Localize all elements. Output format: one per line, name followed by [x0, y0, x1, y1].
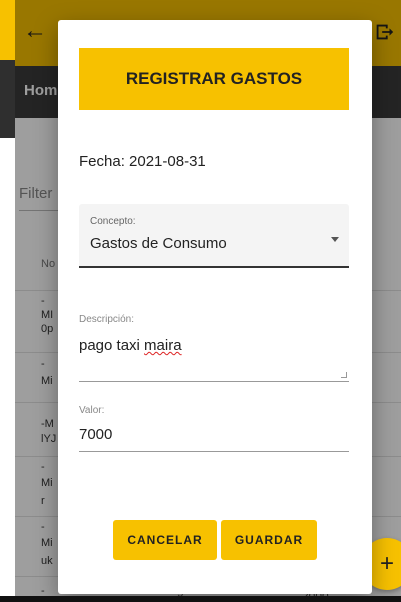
descripcion-value-prefix: pago taxi	[79, 337, 145, 354]
valor-field[interactable]: Valor: 7000	[79, 400, 349, 452]
register-expense-dialog: REGISTRAR GASTOS Fecha: 2021-08-31 Conce…	[58, 20, 372, 594]
date-text: Fecha: 2021-08-31	[79, 153, 206, 170]
descripcion-misspelled-word: maira	[144, 337, 182, 354]
descripcion-label: Descripción:	[79, 314, 135, 325]
save-button[interactable]: GUARDAR	[221, 520, 317, 560]
concepto-label: Concepto:	[90, 216, 136, 227]
concepto-select[interactable]: Concepto: Gastos de Consumo	[79, 204, 349, 268]
left-edge-strip	[0, 0, 15, 602]
descripcion-field[interactable]: Descripción: pago taxi maira	[79, 310, 349, 382]
valor-value[interactable]: 7000	[79, 426, 112, 443]
bottom-edge-bar	[0, 596, 401, 602]
resize-handle-icon[interactable]	[341, 372, 347, 378]
cancel-button[interactable]: CANCELAR	[113, 520, 217, 560]
valor-label: Valor:	[79, 405, 105, 416]
caret-down-icon[interactable]	[331, 237, 339, 242]
concepto-value: Gastos de Consumo	[90, 235, 227, 252]
dialog-title: REGISTRAR GASTOS	[79, 48, 349, 110]
descripcion-value[interactable]: pago taxi maira	[79, 337, 182, 354]
